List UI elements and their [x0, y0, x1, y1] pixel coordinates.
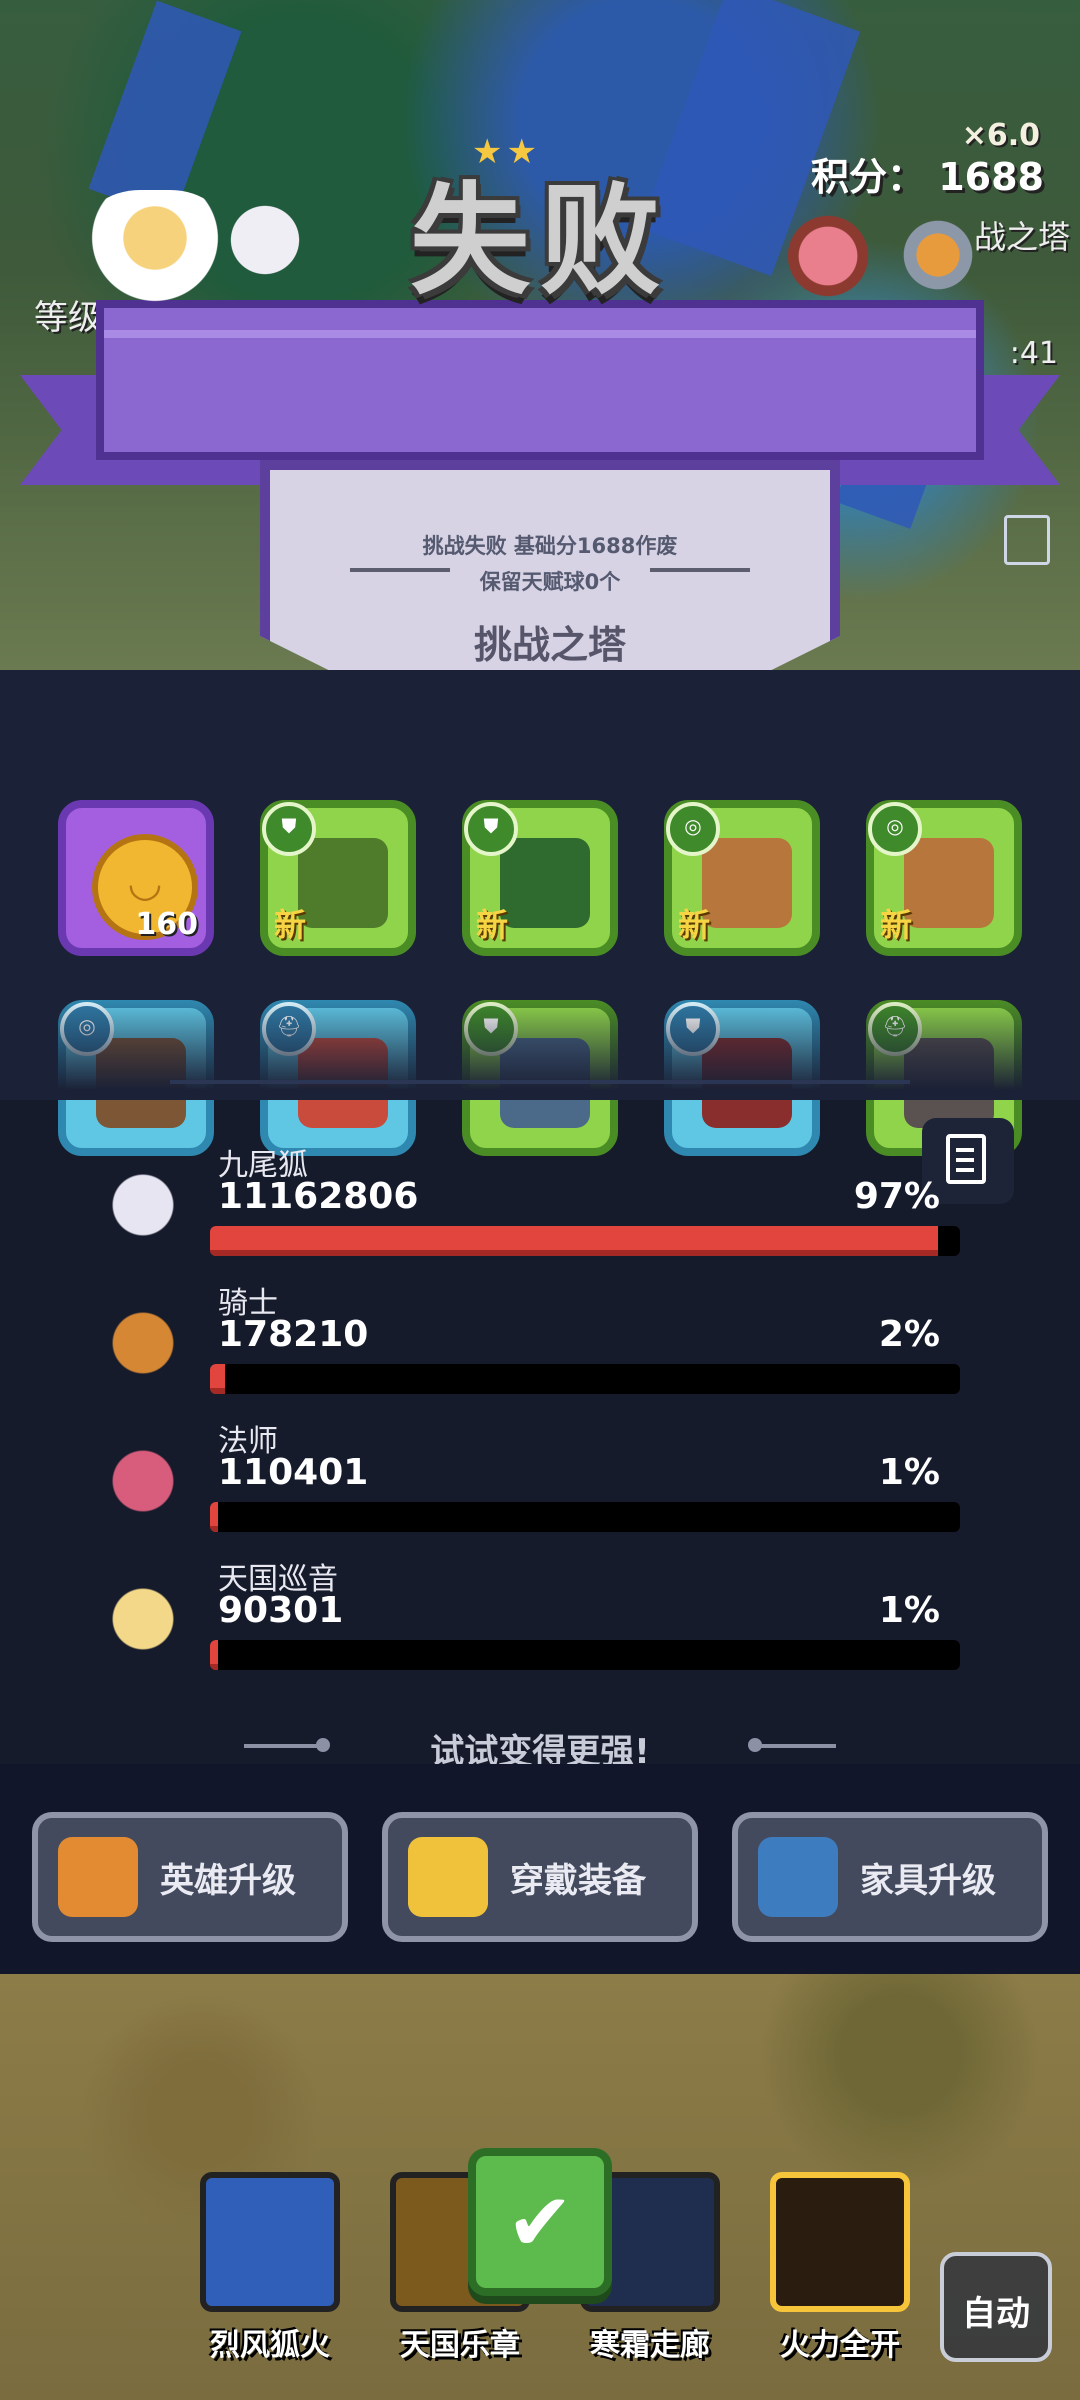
new-badge: 新 [678, 906, 711, 944]
damage-value: 110401 [218, 1452, 369, 1493]
witch-avatar [88, 1426, 198, 1536]
damage-row: 天国巡音 90301 1% [0, 1554, 1080, 1692]
auto-label: 自动 [962, 2294, 1030, 2334]
leaf-armor-icon [298, 838, 388, 928]
confirm-button[interactable]: ✔ [468, 2148, 612, 2296]
damage-bar-fill [210, 1640, 218, 1670]
skill-icon[interactable] [200, 2172, 340, 2312]
damage-percent: 1% [878, 1590, 940, 1631]
equip-slot-icon: ⛊ [464, 802, 518, 856]
tip-line-right [756, 1744, 836, 1748]
skill-name: 火力全开 [780, 2328, 900, 2363]
action-label: 英雄升级 [160, 1860, 296, 1901]
action-button[interactable]: 家具升级 [732, 1812, 1048, 1942]
challenge-result-text: 挑战失败 基础分1688作废 [422, 534, 678, 558]
fox-avatar [88, 1150, 198, 1260]
damage-bar-fill [210, 1226, 938, 1256]
skill-name: 天国乐章 [400, 2328, 520, 2363]
necklace-icon [904, 838, 994, 928]
level-label: 等级 [34, 298, 102, 338]
damage-bar [210, 1640, 960, 1670]
fox-character [220, 180, 310, 300]
auto-button[interactable]: 自动 [940, 2252, 1052, 2362]
damage-percent: 97% [853, 1176, 940, 1217]
skill-icon[interactable] [770, 2172, 910, 2312]
new-badge: 新 [274, 906, 307, 944]
angel-avatar [88, 1564, 198, 1674]
damage-value: 178210 [218, 1314, 369, 1355]
damage-bar [210, 1364, 960, 1394]
action-button[interactable]: 穿戴装备 [382, 1812, 698, 1942]
damage-bar [210, 1226, 960, 1256]
stage-label: 战之塔 [973, 218, 1070, 256]
witch-character [778, 190, 878, 310]
damage-percent: 2% [878, 1314, 940, 1355]
action-label: 穿戴装备 [510, 1860, 646, 1901]
damage-value: 90301 [218, 1590, 344, 1631]
action-button[interactable]: 英雄升级 [32, 1812, 348, 1942]
hero-icon [58, 1837, 138, 1917]
damage-row: 法师 110401 1% [0, 1416, 1080, 1554]
hammer-icon [758, 1837, 838, 1917]
necklace-icon [702, 838, 792, 928]
boot-icon [500, 838, 590, 928]
skill-name: 寒霜走廊 [590, 2328, 710, 2363]
reward-item[interactable]: ⛊ 新 [462, 800, 618, 956]
result-banner [96, 300, 984, 460]
timer-label: :41 [1009, 336, 1058, 371]
damage-row: 骑士 178210 2% [0, 1278, 1080, 1416]
new-badge: 新 [476, 906, 509, 944]
damage-row: 九尾狐 11162806 97% [0, 1140, 1080, 1278]
crystal-decoration [88, 0, 242, 220]
equip-slot-icon: ⛊ [262, 802, 316, 856]
talent-orb-text: 保留天赋球0个 [479, 570, 621, 594]
section-divider [170, 1080, 910, 1084]
damage-bar-fill [210, 1364, 225, 1394]
list-icon [1004, 515, 1050, 565]
item-quantity: 160 [135, 907, 198, 942]
reward-item[interactable]: ◎ 新 [664, 800, 820, 956]
damage-bar-fill [210, 1502, 218, 1532]
equip-icon [408, 1837, 488, 1917]
damage-value: 11162806 [218, 1176, 419, 1217]
skill-name: 烈风狐火 [210, 2328, 330, 2363]
new-badge: 新 [880, 906, 913, 944]
equip-slot-icon: ◎ [666, 802, 720, 856]
damage-percent: 1% [878, 1452, 940, 1493]
challenge-name: 挑战之塔 [473, 623, 626, 667]
reward-item[interactable]: ◎ 新 [866, 800, 1022, 956]
result-title-text: 失败 [410, 172, 670, 311]
angel-character [80, 190, 230, 310]
result-title: 失败 [320, 150, 760, 311]
equip-slot-icon: ◎ [868, 802, 922, 856]
action-label: 家具升级 [860, 1860, 996, 1901]
knight-avatar [88, 1288, 198, 1398]
damage-bar [210, 1502, 960, 1532]
reward-item[interactable]: ⛊ 新 [260, 800, 416, 956]
check-icon: ✔ [506, 2176, 574, 2269]
knight-character [888, 205, 988, 305]
reward-item[interactable]: 160 [58, 800, 214, 956]
reward-fade [0, 1000, 1080, 1100]
